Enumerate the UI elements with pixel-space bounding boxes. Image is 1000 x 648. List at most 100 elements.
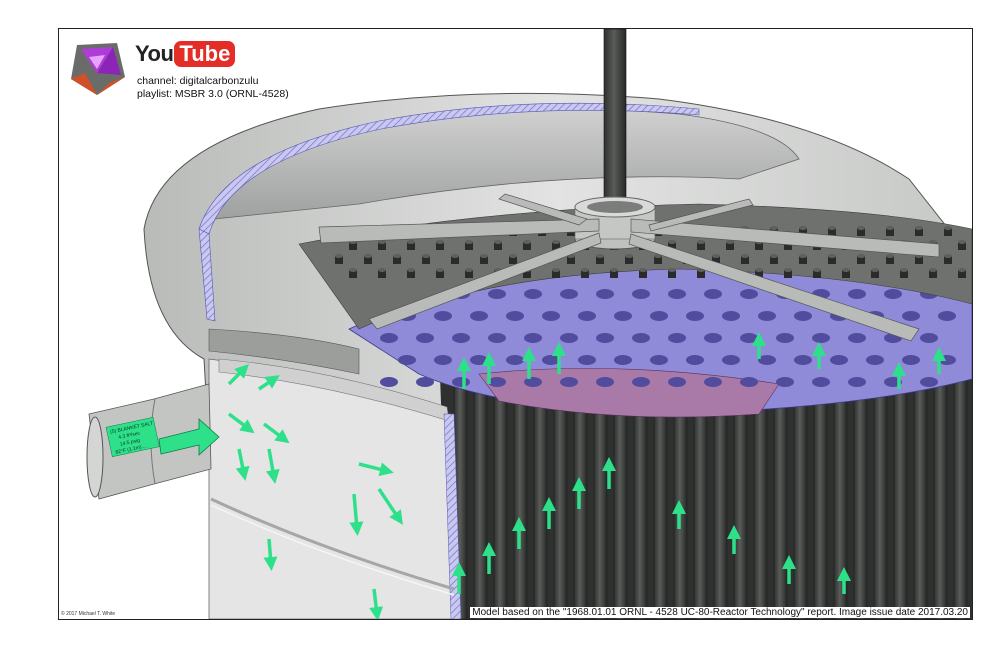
plate-hole [434, 311, 452, 321]
graphite-tube [473, 365, 488, 619]
plate-hole [938, 311, 956, 321]
fuel-element-stud-top [799, 226, 807, 230]
plate-hole [506, 355, 524, 365]
fuel-element-stud-top [886, 254, 894, 258]
fuel-element-stud-top [552, 268, 560, 272]
plate-hole [668, 289, 686, 299]
fuel-element-stud-top [639, 268, 647, 272]
plate-hole [596, 333, 614, 343]
fuel-element-stud-top [828, 254, 836, 258]
reactor-cutaway-illustration: (5) BLANKET SALT 4.3 ft³/sec 14.5 psig 8… [86, 29, 972, 619]
plate-hole [632, 289, 650, 299]
plate-hole [560, 377, 578, 387]
plate-hole [452, 377, 470, 387]
fuel-element-stud-top [378, 268, 386, 272]
blanket-salt-inlet-nozzle: (5) BLANKET SALT 4.3 ft³/sec 14.5 psig 8… [86, 383, 220, 500]
plate-hole [920, 333, 938, 343]
plate-hole [848, 377, 866, 387]
plate-hole [488, 289, 506, 299]
plate-hole [740, 289, 758, 299]
plate-hole [470, 311, 488, 321]
plate-hole [614, 355, 632, 365]
fuel-element-stud-top [393, 254, 401, 258]
plate-hole [902, 311, 920, 321]
plate-hole [380, 333, 398, 343]
plate-hole [416, 377, 434, 387]
fuel-element-stud-top [451, 254, 459, 258]
plate-hole [704, 333, 722, 343]
fuel-element-stud-top [596, 254, 604, 258]
youtube-logo-you: You [135, 41, 174, 66]
plate-hole [812, 377, 830, 387]
fuel-element-stud-top [784, 268, 792, 272]
plate-hole [848, 333, 866, 343]
fuel-element-stud-top [552, 240, 560, 244]
fuel-element-stud-top [770, 226, 778, 230]
fuel-element-stud-top [741, 254, 749, 258]
fuel-element-stud-top [828, 226, 836, 230]
plate-hole [866, 355, 884, 365]
plate-hole [704, 289, 722, 299]
plate-hole [560, 289, 578, 299]
plate-hole [632, 377, 650, 387]
plate-hole [794, 311, 812, 321]
plate-hole [830, 355, 848, 365]
copyright-notice: © 2017 Michael T. White [61, 611, 116, 617]
fuel-element-stud-top [668, 268, 676, 272]
fuel-element-stud-top [509, 254, 517, 258]
fuel-element-stud-top [581, 268, 589, 272]
plate-hole [560, 333, 578, 343]
plate-hole [776, 333, 794, 343]
fuel-element-stud-top [697, 240, 705, 244]
plate-hole [650, 355, 668, 365]
plate-hole [722, 311, 740, 321]
fuel-element-stud-top [465, 268, 473, 272]
fuel-element-stud-top [494, 240, 502, 244]
plate-hole [686, 311, 704, 321]
plate-hole [452, 333, 470, 343]
fuel-element-stud-top [436, 268, 444, 272]
channel-name: channel: digitalcarbonzulu [137, 75, 259, 87]
plate-hole [668, 333, 686, 343]
diagram-frame: (5) BLANKET SALT 4.3 ft³/sec 14.5 psig 8… [58, 28, 973, 620]
fuel-element-stud-top [770, 254, 778, 258]
fuel-element-stud-top [610, 268, 618, 272]
fuel-element-stud-top [349, 268, 357, 272]
fuel-element-stud-top [364, 254, 372, 258]
channel-info: channel: digitalcarbonzulu playlist: MSB… [137, 75, 289, 101]
fuel-element-stud-top [842, 268, 850, 272]
fuel-element-stud-top [886, 226, 894, 230]
plate-hole [740, 333, 758, 343]
fuel-element-stud-top [871, 268, 879, 272]
plate-hole [920, 377, 938, 387]
fuel-element-stud-top [915, 226, 923, 230]
plate-hole [578, 355, 596, 365]
plate-hole [506, 311, 524, 321]
plate-hole [596, 289, 614, 299]
fuel-element-stud-top [523, 240, 531, 244]
fuel-element-stud-top [625, 254, 633, 258]
plate-hole [704, 377, 722, 387]
fuel-element-stud-top [436, 240, 444, 244]
playlist-name: playlist: MSBR 3.0 (ORNL-4528) [137, 88, 289, 100]
plate-hole [668, 377, 686, 387]
plate-hole [614, 311, 632, 321]
fuel-element-stud-top [813, 268, 821, 272]
plate-hole [488, 333, 506, 343]
plate-hole [416, 333, 434, 343]
fuel-element-stud-top [929, 268, 937, 272]
plate-hole [776, 377, 794, 387]
plate-hole [434, 355, 452, 365]
plate-hole [884, 289, 902, 299]
plate-hole [578, 311, 596, 321]
youtube-logo-tube: Tube [174, 41, 236, 67]
plate-hole [470, 355, 488, 365]
plate-hole [758, 311, 776, 321]
plate-hole [848, 289, 866, 299]
plate-hole [722, 355, 740, 365]
fuel-element-stud-top [900, 268, 908, 272]
plate-hole [398, 355, 416, 365]
plate-hole [740, 377, 758, 387]
fuel-element-stud-top [712, 254, 720, 258]
fuel-element-stud-top [944, 254, 952, 258]
